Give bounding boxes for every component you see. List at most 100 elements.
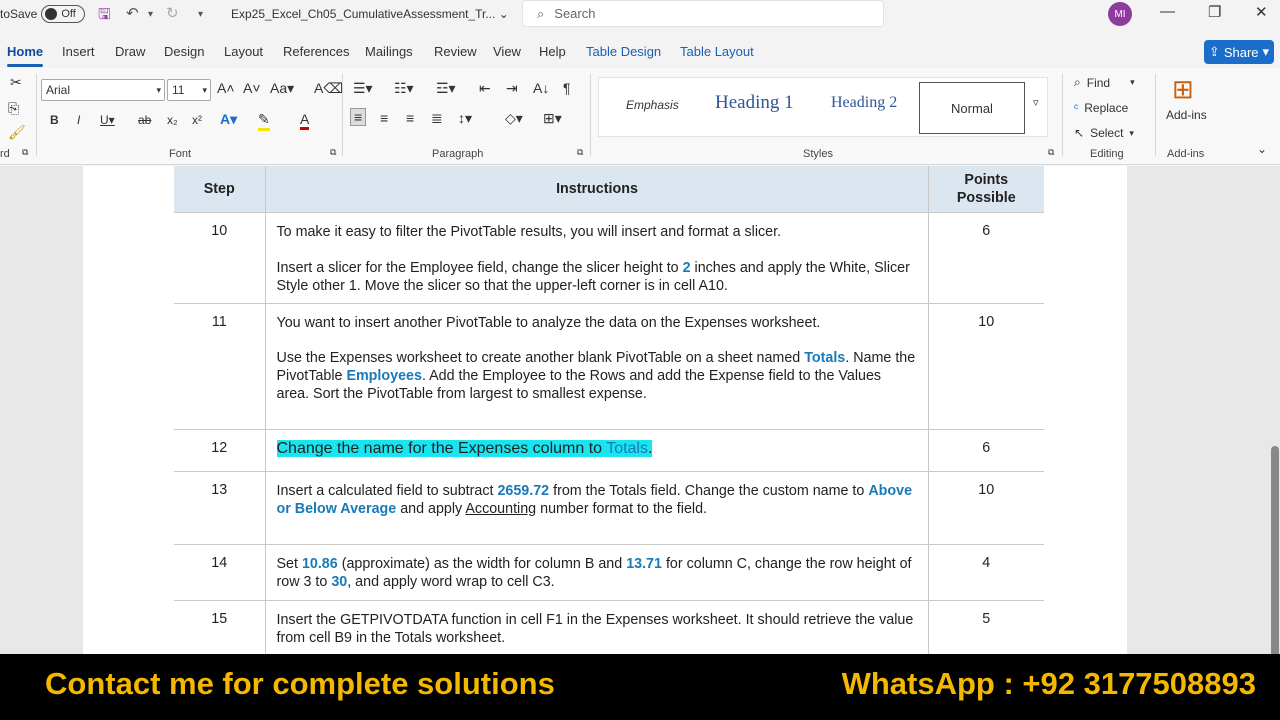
find-button[interactable]: ⌕ Find ▾ bbox=[1074, 75, 1135, 90]
clipboard-launcher-icon[interactable]: ⧉ bbox=[22, 147, 28, 158]
instruction-text: Use the Expenses worksheet to create ano… bbox=[276, 349, 916, 402]
points-value: 6 bbox=[928, 211, 1044, 303]
highlight-color-icon[interactable]: ✎ bbox=[258, 111, 270, 131]
step-number: 13 bbox=[174, 470, 266, 544]
instruction-cell[interactable]: To make it easy to filter the PivotTable… bbox=[265, 211, 929, 303]
tab-review[interactable]: Review bbox=[434, 44, 477, 59]
bold-icon[interactable]: B bbox=[50, 113, 59, 127]
borders-icon[interactable]: ⊞▾ bbox=[543, 110, 562, 127]
change-case-icon[interactable]: Aa▾ bbox=[270, 80, 294, 97]
styles-launcher-icon[interactable]: ⧉ bbox=[1048, 147, 1054, 158]
word-window: toSave Off 🖫 ↶ ▾ ↻ ▾ Exp25_Excel_Ch05_Cu… bbox=[0, 0, 1280, 720]
style-emphasis[interactable]: Emphasis bbox=[626, 98, 679, 112]
multilevel-list-icon[interactable]: ☲▾ bbox=[436, 80, 456, 97]
search-box[interactable]: ⌕ Search bbox=[522, 0, 884, 27]
replace-label: Replace bbox=[1084, 101, 1129, 115]
underline-icon[interactable]: U▾ bbox=[100, 113, 115, 127]
align-center-icon[interactable]: ≡ bbox=[380, 110, 388, 126]
addins-button-label[interactable]: Add-ins bbox=[1166, 108, 1207, 122]
undo-dropdown-icon[interactable]: ▾ bbox=[148, 9, 153, 20]
text-effects-icon[interactable]: A▾ bbox=[220, 111, 237, 128]
instruction-cell[interactable]: Set 10.86 (approximate) as the width for… bbox=[265, 543, 929, 600]
grow-font-icon[interactable]: A˄ bbox=[217, 80, 235, 96]
addins-icon[interactable]: ⊞ bbox=[1172, 74, 1194, 105]
style-heading-1[interactable]: Heading 1 bbox=[715, 92, 794, 114]
title-dropdown-icon: ⌄ bbox=[498, 7, 509, 21]
font-size-box[interactable]: 11 ▾ bbox=[167, 79, 211, 101]
italic-icon[interactable]: I bbox=[77, 113, 80, 127]
save-icon[interactable]: 🖫 bbox=[98, 4, 111, 29]
step-number: 14 bbox=[174, 543, 266, 600]
bullets-icon[interactable]: ☰▾ bbox=[353, 80, 373, 97]
format-painter-icon[interactable]: 🖌 bbox=[8, 124, 26, 141]
tab-home[interactable]: Home bbox=[7, 44, 43, 59]
align-right-icon[interactable]: ≡ bbox=[406, 110, 414, 126]
minimize-icon[interactable]: — bbox=[1160, 3, 1175, 20]
styles-gallery: Emphasis Heading 1 Heading 2 Normal ▿ bbox=[598, 77, 1048, 137]
replace-button[interactable]: ᶜ Replace bbox=[1074, 101, 1128, 115]
tab-view[interactable]: View bbox=[493, 44, 521, 59]
select-button[interactable]: ↖ Select ▾ bbox=[1074, 126, 1134, 140]
autosave-label: toSave bbox=[0, 7, 38, 21]
close-icon[interactable]: ✕ bbox=[1255, 3, 1268, 21]
instruction-cell[interactable]: Change the name for the Expenses column … bbox=[265, 428, 929, 471]
autosave-toggle[interactable]: Off bbox=[41, 5, 86, 23]
tab-help[interactable]: Help bbox=[539, 44, 566, 59]
increase-indent-icon[interactable]: ⇥ bbox=[506, 80, 518, 97]
tab-draw[interactable]: Draw bbox=[115, 44, 145, 59]
tab-design[interactable]: Design bbox=[164, 44, 204, 59]
align-left-icon[interactable]: ≡ bbox=[350, 108, 367, 126]
decrease-indent-icon[interactable]: ⇤ bbox=[479, 80, 491, 97]
font-color-icon[interactable]: A bbox=[300, 111, 310, 130]
font-name-dropdown-icon: ▾ bbox=[156, 85, 161, 95]
share-label: Share bbox=[1223, 44, 1259, 60]
cut-icon[interactable]: ✂ bbox=[10, 74, 22, 91]
shading-icon[interactable]: ◇▾ bbox=[505, 110, 523, 127]
sort-icon[interactable]: A↓ bbox=[533, 80, 549, 96]
instruction-text: Insert a slicer for the Employee field, … bbox=[276, 259, 910, 294]
restore-icon[interactable]: ❐ bbox=[1208, 3, 1221, 21]
instruction-cell[interactable]: Insert a calculated field to subtract 26… bbox=[265, 470, 929, 544]
style-heading-2[interactable]: Heading 2 bbox=[831, 94, 897, 112]
document-title[interactable]: Exp25_Excel_Ch05_CumulativeAssessment_Tr… bbox=[231, 7, 509, 21]
copy-icon[interactable]: ⎘ bbox=[8, 100, 19, 117]
collapse-ribbon-icon[interactable]: ⌄ bbox=[1257, 142, 1267, 156]
clear-formatting-icon[interactable]: A⌫ bbox=[314, 80, 343, 97]
tab-layout[interactable]: Layout bbox=[224, 44, 263, 59]
user-avatar[interactable]: MI bbox=[1108, 2, 1132, 26]
ribbon-separator bbox=[1155, 74, 1156, 156]
numbering-icon[interactable]: ☷▾ bbox=[394, 80, 414, 97]
subscript-icon[interactable]: x₂ bbox=[167, 113, 178, 127]
tab-mailings[interactable]: Mailings bbox=[365, 44, 413, 59]
share-button[interactable]: ⇪ Share ▾ bbox=[1204, 40, 1274, 64]
show-formatting-icon[interactable]: ¶ bbox=[563, 80, 571, 96]
paragraph-launcher-icon[interactable]: ⧉ bbox=[577, 147, 583, 158]
points-value: 5 bbox=[928, 599, 1044, 654]
tab-references[interactable]: References bbox=[283, 44, 349, 59]
font-name-box[interactable]: Arial ▾ bbox=[41, 79, 165, 101]
line-spacing-icon[interactable]: ↕▾ bbox=[458, 110, 472, 127]
instruction-cell[interactable]: Insert the GETPIVOTDATA function in cell… bbox=[265, 599, 929, 654]
header-step: Step bbox=[174, 166, 266, 212]
shrink-font-icon[interactable]: A˅ bbox=[243, 80, 261, 96]
style-normal[interactable]: Normal bbox=[919, 82, 1025, 134]
justify-icon[interactable]: ≣ bbox=[431, 110, 443, 127]
paragraph-group-label: Paragraph bbox=[432, 148, 484, 160]
clipboard-group-label: rd bbox=[0, 148, 10, 160]
ribbon-separator bbox=[1062, 74, 1063, 156]
tab-insert[interactable]: Insert bbox=[62, 44, 95, 59]
step-number: 15 bbox=[174, 599, 266, 654]
select-label: Select bbox=[1090, 126, 1124, 140]
tab-table-design[interactable]: Table Design bbox=[586, 44, 661, 59]
steps-table: Step Instructions Points Possible 10 To m… bbox=[174, 166, 1044, 654]
font-launcher-icon[interactable]: ⧉ bbox=[330, 147, 336, 158]
redo-icon[interactable]: ↻ bbox=[166, 4, 179, 22]
instruction-cell[interactable]: You want to insert another PivotTable to… bbox=[265, 302, 929, 429]
strikethrough-icon[interactable]: ab bbox=[138, 113, 151, 127]
undo-icon[interactable]: ↶ bbox=[126, 4, 139, 22]
find-dropdown-icon: ▾ bbox=[1130, 77, 1135, 87]
superscript-icon[interactable]: x² bbox=[192, 113, 202, 127]
customize-qat-icon[interactable]: ▾ bbox=[198, 9, 203, 20]
styles-more-icon[interactable]: ▿ bbox=[1033, 96, 1039, 109]
tab-table-layout[interactable]: Table Layout bbox=[680, 44, 754, 59]
